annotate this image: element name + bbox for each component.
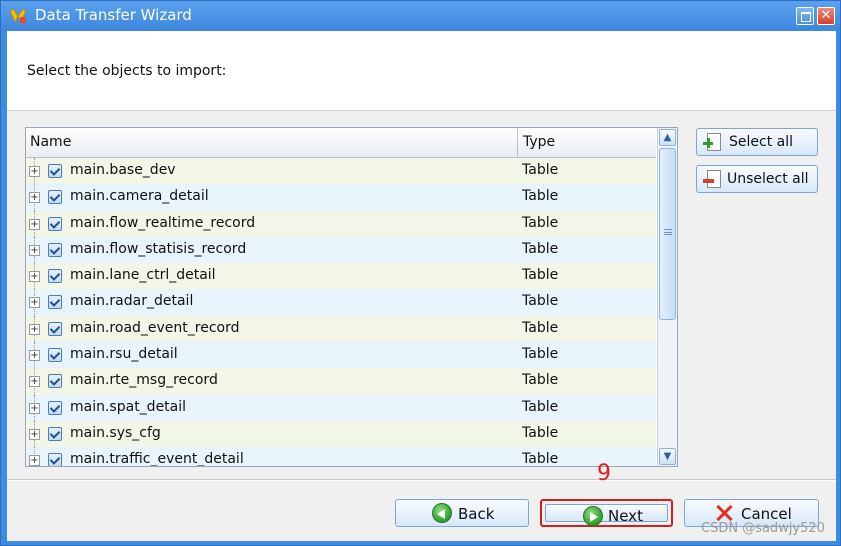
title-bar[interactable]: Data Transfer Wizard ✕ (1, 1, 840, 31)
table-row[interactable]: + main.spat_detail Table (26, 394, 656, 421)
row-checkbox[interactable] (48, 295, 62, 310)
row-name: main.flow_statisis_record (70, 240, 247, 257)
row-checkbox[interactable] (48, 242, 62, 257)
row-checkbox[interactable] (48, 426, 62, 441)
maximize-icon[interactable] (796, 7, 814, 25)
row-name: main.lane_ctrl_detail (70, 267, 216, 284)
row-name: main.sys_cfg (70, 424, 161, 441)
table-row[interactable]: + main.flow_statisis_record Table (26, 236, 656, 264)
row-checkbox[interactable] (48, 269, 62, 284)
next-label: Next (608, 507, 643, 525)
expand-icon[interactable]: + (29, 166, 40, 177)
row-type: Table (522, 398, 559, 415)
row-name: main.base_dev (70, 162, 176, 178)
table-row[interactable]: + main.radar_detail Table (26, 289, 656, 316)
table-row[interactable]: + main.rsu_detail Table (26, 342, 656, 369)
expand-icon[interactable]: + (29, 376, 40, 388)
back-button[interactable]: Back (395, 499, 529, 527)
row-name: main.flow_realtime_record (70, 214, 256, 231)
row-name: main.rte_msg_record (70, 372, 218, 389)
row-checkbox[interactable] (48, 216, 62, 231)
step-annotation: 9 (597, 461, 611, 486)
scroll-down-icon[interactable]: ▼ (659, 448, 676, 465)
row-name: main.traffic_event_detail (70, 451, 244, 466)
instruction-text: Select the objects to import: (27, 63, 227, 79)
unselect-all-label: Unselect all (727, 171, 809, 187)
table-row[interactable]: + main.rte_msg_record Table (26, 368, 656, 395)
expand-icon[interactable]: + (29, 428, 40, 440)
row-type: Table (522, 424, 559, 441)
row-name: main.rsu_detail (70, 346, 178, 363)
row-type: Table (522, 319, 559, 336)
row-type: Table (522, 214, 559, 231)
unselect-all-button[interactable]: Unselect all (696, 165, 818, 193)
scroll-thumb[interactable] (659, 148, 676, 320)
row-checkbox[interactable] (48, 190, 62, 205)
expand-icon[interactable]: + (29, 350, 40, 362)
wizard-app-icon (9, 9, 27, 23)
row-name: main.radar_detail (70, 293, 194, 310)
select-all-icon (703, 133, 721, 151)
expand-icon[interactable]: + (29, 244, 40, 256)
row-name: main.camera_detail (70, 188, 209, 205)
row-type: Table (522, 346, 559, 363)
row-name: main.road_event_record (70, 319, 240, 336)
row-type: Table (522, 240, 559, 257)
window-title: Data Transfer Wizard (35, 6, 192, 24)
row-checkbox[interactable] (48, 348, 62, 363)
expand-icon[interactable]: + (29, 323, 40, 335)
scroll-up-icon[interactable]: ▲ (659, 129, 676, 146)
next-button[interactable]: Next (540, 499, 673, 527)
expand-icon[interactable]: + (29, 271, 40, 283)
next-button-face[interactable]: Next (545, 504, 668, 526)
objects-list[interactable]: Name Type + main.base_dev Table + main.camer… (25, 127, 678, 467)
row-type: Table (522, 451, 559, 466)
wizard-body: Select the objects to import: Name Type … (7, 31, 836, 541)
wizard-window: Data Transfer Wizard ✕ Select the object… (0, 0, 841, 546)
select-all-label: Select all (729, 134, 793, 150)
row-checkbox[interactable] (48, 321, 62, 336)
expand-icon[interactable]: + (29, 455, 40, 466)
list-rows: + main.base_dev Table + main.camera_detail Ta… (26, 158, 656, 466)
column-header-type[interactable]: Type (523, 134, 555, 150)
row-checkbox[interactable] (48, 374, 62, 389)
row-checkbox[interactable] (48, 453, 62, 466)
row-type: Table (522, 188, 559, 205)
table-row[interactable]: + main.sys_cfg Table (26, 420, 656, 448)
x-icon (715, 504, 733, 522)
table-row[interactable]: + main.lane_ctrl_detail Table (26, 263, 656, 290)
row-type: Table (522, 372, 559, 389)
row-type: Table (522, 267, 559, 284)
list-header: Name Type (26, 128, 656, 158)
expand-icon[interactable]: + (29, 297, 40, 309)
back-arrow-icon (432, 503, 452, 523)
row-name: main.spat_detail (70, 398, 187, 415)
expand-icon[interactable]: + (29, 218, 40, 230)
row-checkbox[interactable] (48, 164, 62, 178)
back-label: Back (458, 505, 495, 523)
column-header-name[interactable]: Name (30, 134, 71, 150)
grip-icon (664, 229, 672, 235)
close-icon[interactable]: ✕ (817, 7, 835, 25)
table-row[interactable]: + main.road_event_record Table (26, 315, 656, 343)
column-divider[interactable] (517, 128, 518, 158)
table-row[interactable]: + main.flow_realtime_record Table (26, 210, 656, 237)
table-row[interactable]: + main.traffic_event_detail Table (26, 447, 656, 466)
row-type: Table (522, 162, 559, 178)
wizard-header: Select the objects to import: (7, 31, 836, 111)
row-type: Table (522, 293, 559, 310)
watermark: CSDN @sadwjy520 (701, 521, 825, 536)
row-checkbox[interactable] (48, 400, 62, 415)
footer-divider-highlight (7, 480, 836, 481)
table-row[interactable]: + main.camera_detail Table (26, 184, 656, 211)
expand-icon[interactable]: + (29, 402, 40, 414)
table-row[interactable]: + main.base_dev Table (26, 158, 656, 185)
select-all-button[interactable]: Select all (696, 128, 818, 156)
unselect-all-icon (703, 170, 721, 188)
expand-icon[interactable]: + (29, 192, 40, 204)
vertical-scrollbar[interactable]: ▲ ▼ (657, 128, 677, 466)
next-arrow-icon (583, 506, 603, 526)
